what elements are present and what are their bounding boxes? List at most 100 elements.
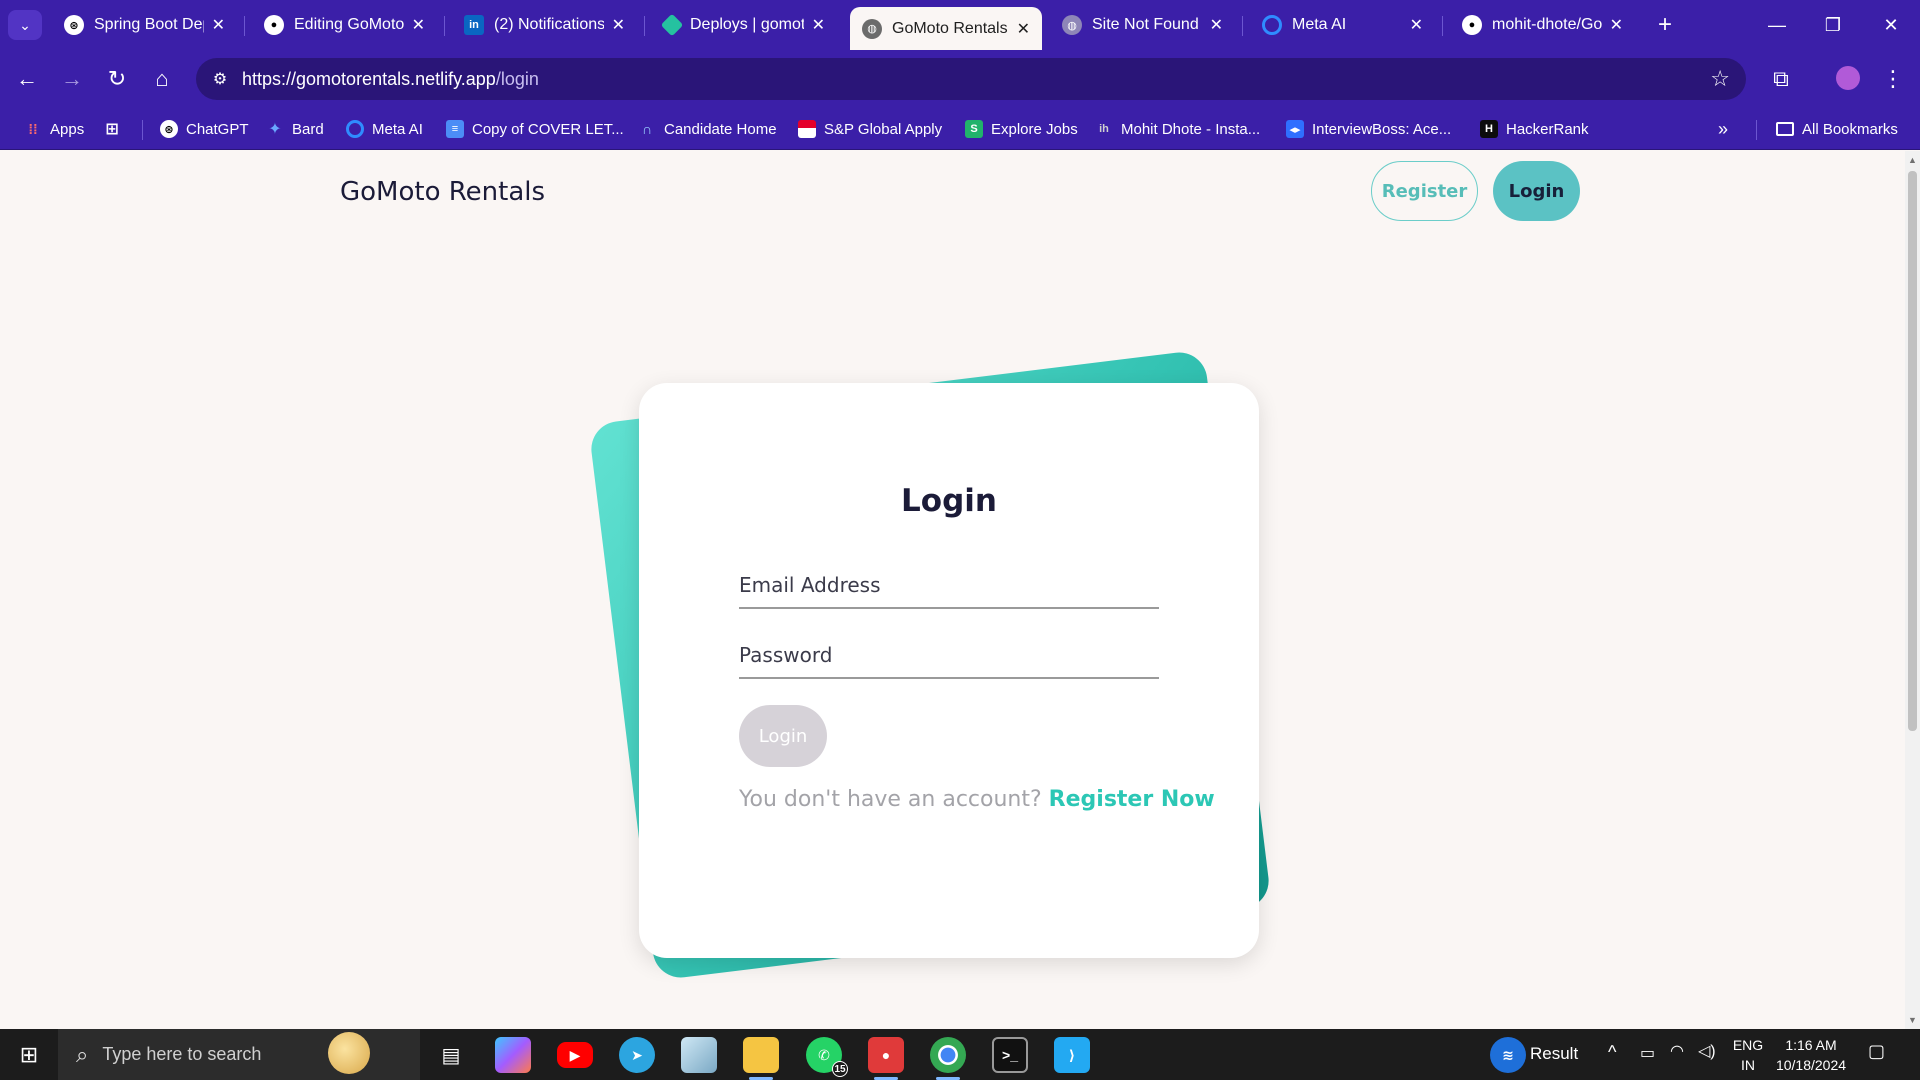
bookmark-interviewboss[interactable]: ◂▸ InterviewBoss: Ace... xyxy=(1286,116,1451,142)
home-button[interactable]: ⌂ xyxy=(145,62,179,96)
notepad-app[interactable] xyxy=(681,1037,717,1073)
url-text[interactable]: https://gomotorentals.netlify.app/login xyxy=(242,69,539,90)
screen-recorder-app[interactable]: ● xyxy=(868,1037,904,1080)
minimize-icon: — xyxy=(1768,14,1786,35)
scrollbar-thumb[interactable] xyxy=(1908,171,1917,731)
register-now-link[interactable]: Register Now xyxy=(1049,787,1215,812)
bookmark-explore-jobs[interactable]: S Explore Jobs xyxy=(965,116,1078,142)
new-tab-button[interactable]: + xyxy=(1650,10,1680,40)
notification-icon[interactable]: ▢ xyxy=(1868,1041,1885,1062)
bookmark-apps[interactable]: ⁞⁞ Apps xyxy=(24,116,84,142)
weather-widget-icon[interactable]: ≋ xyxy=(1490,1037,1526,1073)
bookmark-sp-global[interactable]: S&P Global Apply xyxy=(798,116,942,142)
bookmark-star-icon[interactable]: ☆ xyxy=(1710,66,1730,92)
address-bar[interactable]: ⚙ https://gomotorentals.netlify.app/logi… xyxy=(196,58,1746,100)
tab[interactable]: Meta AI ✕ xyxy=(1250,7,1435,43)
login-card: Login Login You don't have an account? R… xyxy=(639,383,1259,958)
tab[interactable]: in (2) Notifications | ✕ xyxy=(452,7,637,43)
scroll-up-icon[interactable]: ▲ xyxy=(1905,153,1920,167)
plus-icon: + xyxy=(1657,11,1672,38)
login-submit-button[interactable]: Login xyxy=(739,705,827,767)
tray-chevron-up-icon[interactable]: ^ xyxy=(1608,1042,1616,1063)
language-code: ENG xyxy=(1732,1037,1764,1053)
reload-button[interactable]: ↻ xyxy=(100,62,134,96)
restore-button[interactable]: ❐ xyxy=(1813,8,1853,42)
hackerrank-icon: H xyxy=(1480,120,1498,138)
tab[interactable]: Deploys | gomot ✕ xyxy=(652,7,837,43)
youtube-app[interactable]: ▶ xyxy=(557,1042,593,1068)
tab[interactable]: ● Editing GoMoto- ✕ xyxy=(252,7,437,43)
close-icon[interactable]: ✕ xyxy=(612,15,625,35)
weather-widget-label[interactable]: Result xyxy=(1530,1044,1578,1064)
file-explorer-app[interactable] xyxy=(743,1037,779,1080)
extensions-button[interactable]: ⧉ xyxy=(1764,62,1798,96)
all-bookmarks-button[interactable]: All Bookmarks xyxy=(1776,116,1898,142)
scroll-down-icon[interactable]: ▼ xyxy=(1905,1013,1920,1027)
bookmark-bard[interactable]: ✦ Bard xyxy=(266,116,323,142)
tab-active[interactable]: ◍ GoMoto Rentals ✕ xyxy=(850,7,1042,50)
brand-logo[interactable]: GoMoto Rentals xyxy=(340,177,545,207)
tab[interactable]: ⊛ Spring Boot Dep ✕ xyxy=(52,7,237,43)
forward-button[interactable]: → xyxy=(55,62,89,96)
openai-icon: ⊛ xyxy=(64,15,84,35)
bookmark-hackerrank[interactable]: H HackerRank xyxy=(1480,116,1589,142)
telegram-app[interactable]: ➤ xyxy=(619,1037,655,1073)
bookmark-meta-ai[interactable]: Meta AI xyxy=(346,116,423,142)
bookmark-label: ChatGPT xyxy=(186,120,249,138)
bookmark-label: Apps xyxy=(50,120,85,138)
page-scrollbar[interactable]: ▲ ▼ xyxy=(1905,151,1920,1029)
task-view-button[interactable]: ▤ xyxy=(433,1037,469,1073)
close-icon[interactable]: ✕ xyxy=(1410,15,1423,35)
close-icon[interactable]: ✕ xyxy=(212,15,225,35)
linkedin-icon: in xyxy=(464,15,484,35)
chrome-app[interactable] xyxy=(930,1037,966,1080)
password-input[interactable] xyxy=(739,635,1159,675)
minimize-button[interactable]: — xyxy=(1757,8,1797,42)
close-icon[interactable]: ✕ xyxy=(812,15,825,35)
explore-jobs-icon: S xyxy=(965,120,983,138)
close-icon[interactable]: ✕ xyxy=(1210,15,1223,35)
bookmark-instahyre[interactable]: ih Mohit Dhote - Insta... xyxy=(1095,116,1260,142)
globe-icon: ◍ xyxy=(1062,15,1082,35)
tab-title: Deploys | gomot xyxy=(690,16,804,33)
vscode-app[interactable]: ⟩ xyxy=(1054,1037,1090,1073)
language-indicator[interactable]: ENG IN xyxy=(1730,1035,1766,1075)
taskbar-search[interactable]: ⌕ Type here to search xyxy=(58,1029,420,1080)
header-login-button[interactable]: Login xyxy=(1493,161,1580,221)
close-window-button[interactable]: ✕ xyxy=(1871,8,1911,42)
wifi-icon[interactable]: ◠ xyxy=(1670,1041,1684,1061)
weather-icon: ≋ xyxy=(1502,1046,1514,1063)
tab[interactable]: ● mohit-dhote/Go ✕ xyxy=(1450,7,1635,43)
telegram-icon: ➤ xyxy=(631,1046,643,1063)
whatsapp-app[interactable]: ✆ 15 xyxy=(806,1037,848,1077)
tab[interactable]: ◍ Site Not Found ✕ xyxy=(1050,7,1235,43)
close-icon[interactable]: ✕ xyxy=(1017,19,1030,39)
tab-groups-button[interactable]: ⊞ xyxy=(103,116,121,142)
close-icon[interactable]: ✕ xyxy=(412,15,425,35)
start-button[interactable]: ⊞ xyxy=(0,1029,58,1080)
back-button[interactable]: ← xyxy=(10,62,44,96)
email-input[interactable] xyxy=(739,565,1159,605)
bookmark-chatgpt[interactable]: ⊛ ChatGPT xyxy=(160,116,249,142)
search-highlight-moon-icon xyxy=(328,1032,370,1074)
bookmark-label: Meta AI xyxy=(372,120,423,138)
youtube-icon: ▶ xyxy=(569,1046,581,1063)
clock[interactable]: 1:16 AM 10/18/2024 xyxy=(1770,1035,1852,1075)
battery-icon[interactable]: ▭ xyxy=(1640,1043,1655,1063)
bookmark-label: Mohit Dhote - Insta... xyxy=(1121,120,1261,138)
bookmark-candidate-home[interactable]: ∩ Candidate Home xyxy=(638,116,777,142)
site-info-icon[interactable]: ⚙ xyxy=(202,61,238,97)
bookmark-cover-letter[interactable]: ≡ Copy of COVER LET... xyxy=(446,116,624,142)
more-bookmarks-button[interactable]: » xyxy=(1718,116,1728,142)
close-icon[interactable]: ✕ xyxy=(1610,15,1623,35)
tab-search-button[interactable]: ⌄ xyxy=(8,10,42,40)
arrow-right-icon: → xyxy=(61,66,83,91)
menu-button[interactable]: ⋮ xyxy=(1876,62,1910,96)
header-register-button[interactable]: Register xyxy=(1371,161,1478,221)
globe-icon: ◍ xyxy=(862,18,882,39)
volume-icon[interactable]: ◁) xyxy=(1698,1041,1716,1061)
apps-grid-icon: ⁞⁞ xyxy=(28,121,38,137)
terminal-app[interactable]: >_ xyxy=(992,1037,1028,1073)
copilot-app[interactable] xyxy=(495,1037,531,1073)
profile-avatar[interactable] xyxy=(1836,66,1860,90)
